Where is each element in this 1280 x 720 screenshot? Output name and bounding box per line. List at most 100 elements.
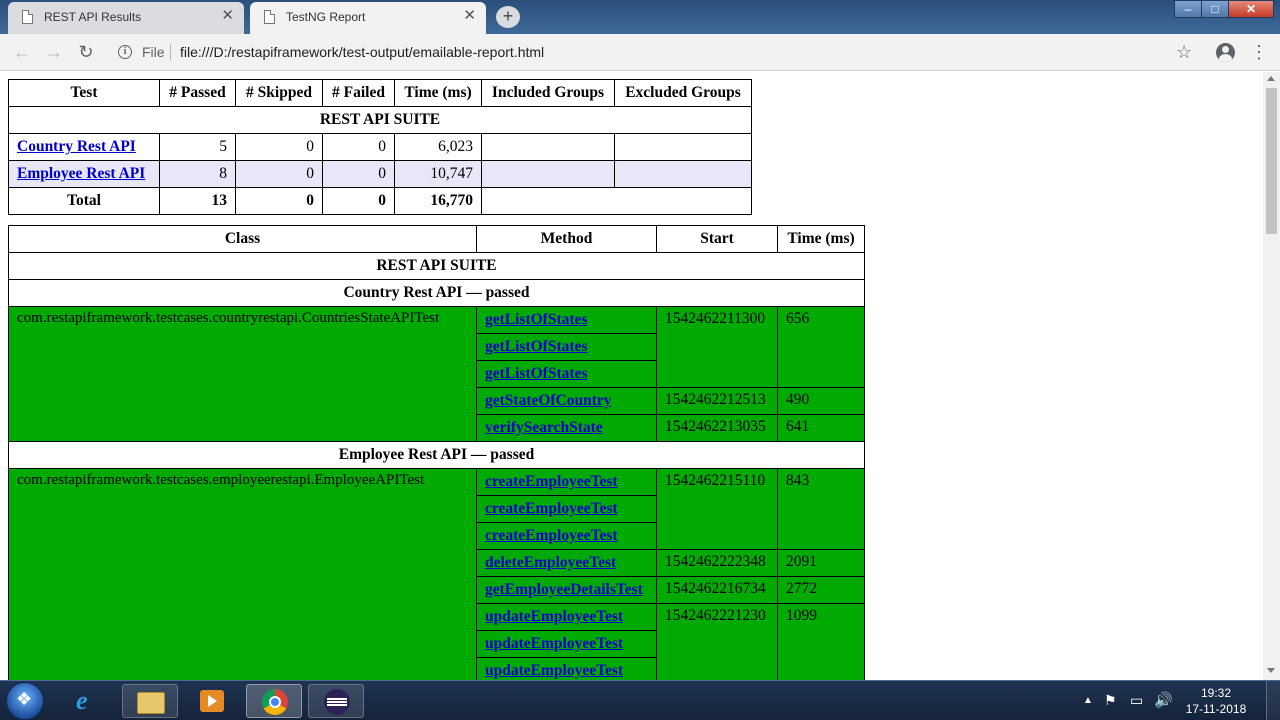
- section-header-row: Employee Rest API — passed: [8, 441, 865, 469]
- page-icon: [264, 10, 275, 24]
- scroll-up-arrow-icon[interactable]: [1267, 76, 1275, 81]
- method-link[interactable]: verifySearchState: [485, 419, 603, 436]
- address-bar[interactable]: file:///D:/restapiframework/test-output/…: [180, 44, 544, 60]
- suite-row: REST API SUITE: [8, 106, 752, 134]
- method-cell: verifySearchState: [476, 414, 657, 442]
- taskbar-chrome[interactable]: [246, 684, 302, 718]
- method-row: com.restapiframework.testcases.countryre…: [8, 306, 865, 442]
- start-button[interactable]: [6, 682, 44, 720]
- start-cell: 1542462215110: [656, 468, 778, 550]
- col-method: Method: [476, 225, 657, 253]
- col-start: Start: [656, 225, 778, 253]
- summary-header-row: Test # Passed # Skipped # Failed Time (m…: [8, 79, 752, 107]
- clock-time: 19:32: [1200, 686, 1232, 700]
- file-explorer-icon: [137, 692, 165, 714]
- method-link[interactable]: updateEmployeeTest: [485, 635, 623, 652]
- close-tab-icon[interactable]: ✕: [221, 8, 234, 24]
- method-link[interactable]: getListOfStates: [485, 338, 587, 355]
- volume-icon[interactable]: 🔊: [1154, 691, 1173, 720]
- tab-strip: REST API Results ✕ TestNG Report ✕ + – □…: [0, 0, 1280, 34]
- method-link[interactable]: getListOfStates: [485, 365, 587, 382]
- action-center-flag-icon[interactable]: ⚑: [1104, 692, 1117, 720]
- start-cell: 1542462213035: [656, 414, 778, 442]
- time-cell: 2091: [777, 549, 865, 577]
- excluded-groups-cell: [614, 133, 752, 161]
- method-link[interactable]: getStateOfCountry: [485, 392, 612, 409]
- col-time: Time (ms): [777, 225, 865, 253]
- col-class: Class: [8, 225, 477, 253]
- show-hidden-icons-icon[interactable]: ▲: [1083, 695, 1093, 720]
- info-icon[interactable]: i: [118, 45, 132, 59]
- scroll-down-arrow-icon[interactable]: [1267, 668, 1275, 673]
- time-cell: 2772: [777, 576, 865, 604]
- tab-testng-report[interactable]: TestNG Report ✕: [250, 2, 486, 34]
- col-skipped: # Skipped: [235, 79, 323, 107]
- page-content: Test # Passed # Skipped # Failed Time (m…: [0, 72, 1263, 680]
- tab-label: TestNG Report: [286, 10, 366, 24]
- profile-avatar-icon[interactable]: [1216, 43, 1235, 62]
- method-link[interactable]: createEmployeeTest: [485, 473, 618, 490]
- total-row: Total 13 0 0 16,770: [8, 187, 752, 215]
- method-link[interactable]: getListOfStates: [485, 311, 587, 328]
- methods-header-row: Class Method Start Time (ms): [8, 225, 865, 253]
- section-header-row: Country Rest API — passed: [8, 279, 865, 307]
- forward-arrow-icon[interactable]: →: [42, 40, 66, 64]
- total-groups-cell: [481, 187, 752, 215]
- start-cell: 1542462221230: [656, 603, 778, 680]
- address-separator: [170, 44, 171, 61]
- method-link[interactable]: updateEmployeeTest: [485, 608, 623, 625]
- vertical-scrollbar[interactable]: [1263, 72, 1280, 680]
- taskbar-internet-explorer[interactable]: e: [60, 684, 116, 718]
- total-skipped: 0: [235, 187, 323, 215]
- taskbar-file-explorer[interactable]: [122, 684, 178, 718]
- method-link[interactable]: deleteEmployeeTest: [485, 554, 616, 571]
- method-link[interactable]: createEmployeeTest: [485, 500, 618, 517]
- total-time: 16,770: [394, 187, 482, 215]
- method-cell: createEmployeeTest: [476, 522, 657, 550]
- minimize-button[interactable]: –: [1174, 0, 1202, 18]
- col-test: Test: [8, 79, 160, 107]
- test-cell: Employee Rest API: [8, 160, 160, 188]
- time-cell: 10,747: [394, 160, 482, 188]
- new-tab-button[interactable]: +: [496, 6, 520, 28]
- reload-icon[interactable]: ↻: [74, 40, 98, 64]
- method-cell: createEmployeeTest: [476, 468, 657, 496]
- taskbar-media-player[interactable]: [184, 684, 240, 718]
- system-clock[interactable]: 19:32 17-11-2018: [1180, 685, 1252, 717]
- col-time: Time (ms): [394, 79, 482, 107]
- tab-rest-api-results[interactable]: REST API Results ✕: [8, 2, 244, 34]
- menu-kebab-icon[interactable]: ⋮: [1250, 40, 1268, 64]
- method-cell: updateEmployeeTest: [476, 657, 657, 680]
- taskbar-eclipse[interactable]: [308, 684, 364, 718]
- skipped-cell: 0: [235, 133, 323, 161]
- total-failed: 0: [322, 187, 395, 215]
- test-link-country[interactable]: Country Rest API: [17, 138, 136, 155]
- close-tab-icon[interactable]: ✕: [463, 8, 476, 24]
- time-cell: 1099: [777, 603, 865, 680]
- clock-date: 17-11-2018: [1185, 702, 1247, 716]
- passed-cell: 8: [159, 160, 236, 188]
- time-cell: 6,023: [394, 133, 482, 161]
- test-link-employee[interactable]: Employee Rest API: [17, 165, 145, 182]
- bookmark-star-icon[interactable]: ☆: [1176, 40, 1192, 64]
- maximize-button[interactable]: □: [1201, 0, 1229, 18]
- start-cell: 1542462222348: [656, 549, 778, 577]
- method-cell: getListOfStates: [476, 306, 657, 334]
- table-row: Employee Rest API 8 0 0 10,747: [8, 160, 752, 188]
- method-link[interactable]: createEmployeeTest: [485, 527, 618, 544]
- scrollbar-thumb[interactable]: [1266, 88, 1277, 234]
- tab-label: REST API Results: [44, 10, 142, 24]
- suite-name: REST API SUITE: [8, 252, 865, 280]
- method-cell: getEmployeeDetailsTest: [476, 576, 657, 604]
- total-passed: 13: [159, 187, 236, 215]
- time-cell: 656: [777, 306, 865, 388]
- network-icon[interactable]: ▭: [1130, 692, 1143, 720]
- method-link[interactable]: updateEmployeeTest: [485, 662, 623, 679]
- show-desktop-button[interactable]: [1266, 681, 1280, 720]
- back-arrow-icon[interactable]: ←: [10, 40, 34, 64]
- close-window-button[interactable]: ✕: [1228, 0, 1274, 18]
- total-label: Total: [8, 187, 160, 215]
- method-link[interactable]: getEmployeeDetailsTest: [485, 581, 643, 598]
- eclipse-icon: [324, 689, 350, 715]
- method-cell: getStateOfCountry: [476, 387, 657, 415]
